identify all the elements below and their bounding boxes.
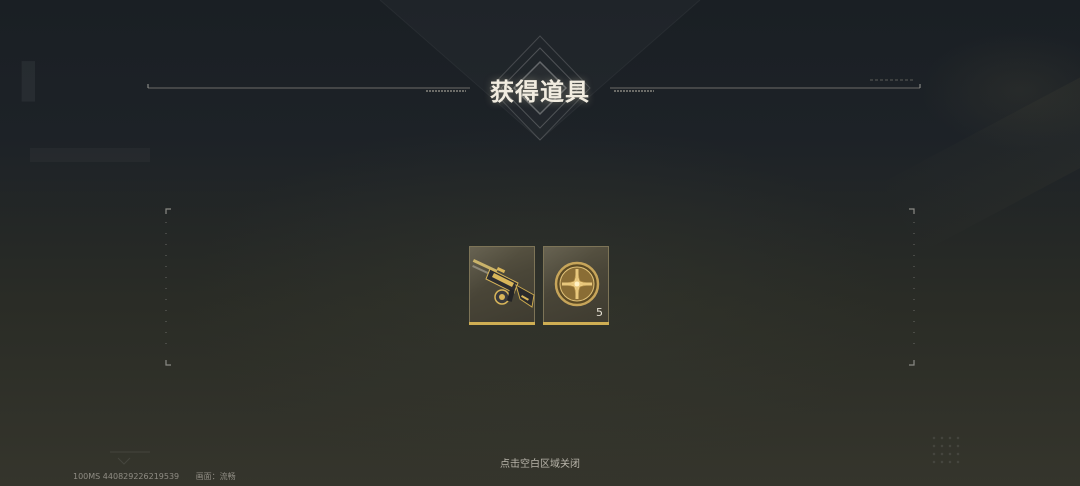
rarity-bar (543, 322, 609, 325)
reward-screen[interactable]: ▌ 获得道具 (0, 0, 1080, 486)
reward-item-card[interactable] (469, 246, 535, 325)
reward-item-card[interactable]: 5 (543, 246, 609, 325)
ping-uid-text: 100MS 4408292262195​39 (73, 472, 180, 481)
item-count: 5 (596, 306, 603, 319)
machine-gun-icon (472, 259, 535, 308)
footer-info: 100MS 4408292262195​39 画面：流畅 (73, 471, 250, 482)
quality-text: 画面：流畅 (195, 472, 236, 481)
reward-items: 5 (469, 246, 609, 325)
close-hint[interactable]: 点击空白区域关闭 (440, 455, 640, 470)
rarity-bar (469, 322, 535, 325)
dialog-title: 获得道具 (490, 78, 590, 106)
